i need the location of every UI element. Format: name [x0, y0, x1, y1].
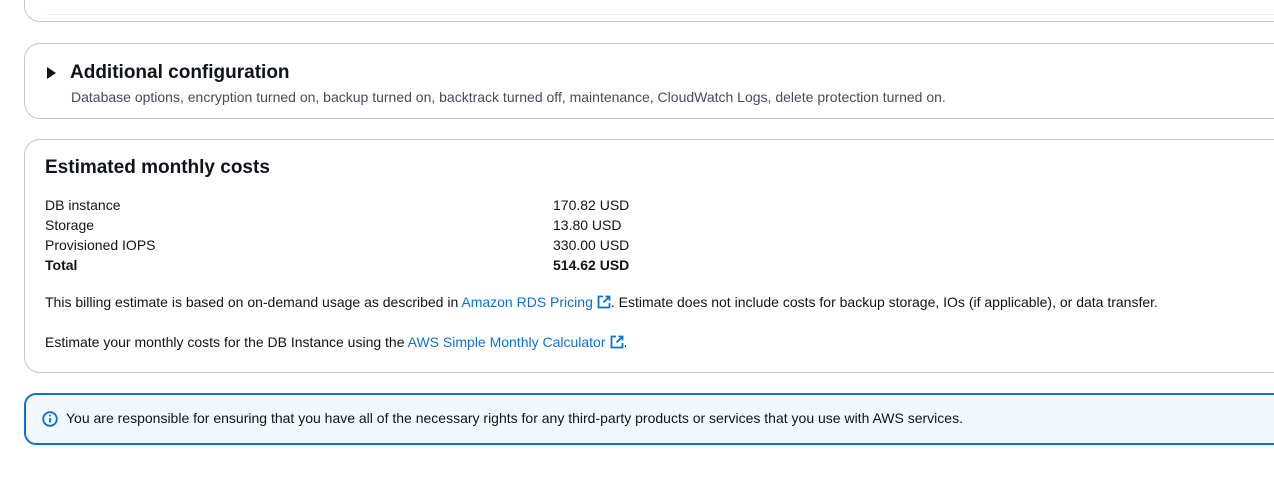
divider — [47, 14, 1274, 15]
cost-label: Total — [45, 257, 78, 273]
cost-value: 514.62 USD — [553, 257, 630, 273]
estimated-costs-title: Estimated monthly costs — [45, 157, 270, 178]
billing-note-prefix: This billing estimate is based on on-dem… — [45, 294, 462, 310]
caret-right-icon — [47, 67, 56, 79]
calculator-note-prefix: Estimate your monthly costs for the DB I… — [45, 334, 408, 350]
calculator-link-label: AWS Simple Monthly Calculator — [407, 334, 606, 350]
additional-configuration-title: Additional configuration — [70, 62, 290, 83]
rds-pricing-link-label: Amazon RDS Pricing — [461, 294, 593, 310]
previous-section-card — [24, 0, 1274, 22]
cost-value: 330.00 USD — [553, 237, 630, 253]
additional-configuration-description: Database options, encryption turned on, … — [71, 89, 946, 105]
cost-label: Storage — [45, 217, 95, 233]
rds-pricing-link[interactable]: Amazon RDS Pricing — [461, 294, 611, 310]
cost-label: Provisioned IOPS — [45, 237, 156, 253]
calculator-note-suffix: . — [623, 334, 628, 350]
external-link-icon — [597, 295, 611, 309]
additional-configuration-panel: Additional configuration Database option… — [24, 43, 1274, 119]
cost-table: DB instance 170.82 USD Storage 13.80 USD… — [45, 195, 629, 275]
calculator-note: Estimate your monthly costs for the DB I… — [45, 334, 627, 350]
info-icon — [42, 411, 58, 427]
cost-value: 170.82 USD — [553, 197, 630, 213]
additional-configuration-toggle[interactable]: Additional configuration — [47, 62, 290, 84]
billing-note: This billing estimate is based on on-dem… — [45, 294, 1158, 310]
billing-note-suffix: . Estimate does not include costs for ba… — [610, 294, 1158, 310]
cost-row-db-instance: DB instance 170.82 USD — [45, 195, 629, 215]
alert-text: You are responsible for ensuring that yo… — [66, 410, 963, 426]
info-alert: You are responsible for ensuring that yo… — [24, 393, 1274, 445]
cost-row-storage: Storage 13.80 USD — [45, 215, 629, 235]
cost-row-total: Total 514.62 USD — [45, 255, 629, 275]
estimated-costs-panel: Estimated monthly costs DB instance 170.… — [24, 139, 1274, 373]
external-link-icon — [610, 335, 623, 349]
simple-monthly-calculator-link[interactable]: AWS Simple Monthly Calculator — [408, 334, 624, 350]
cost-label: DB instance — [45, 197, 121, 213]
cost-row-provisioned-iops: Provisioned IOPS 330.00 USD — [45, 235, 629, 255]
cost-value: 13.80 USD — [553, 217, 622, 233]
